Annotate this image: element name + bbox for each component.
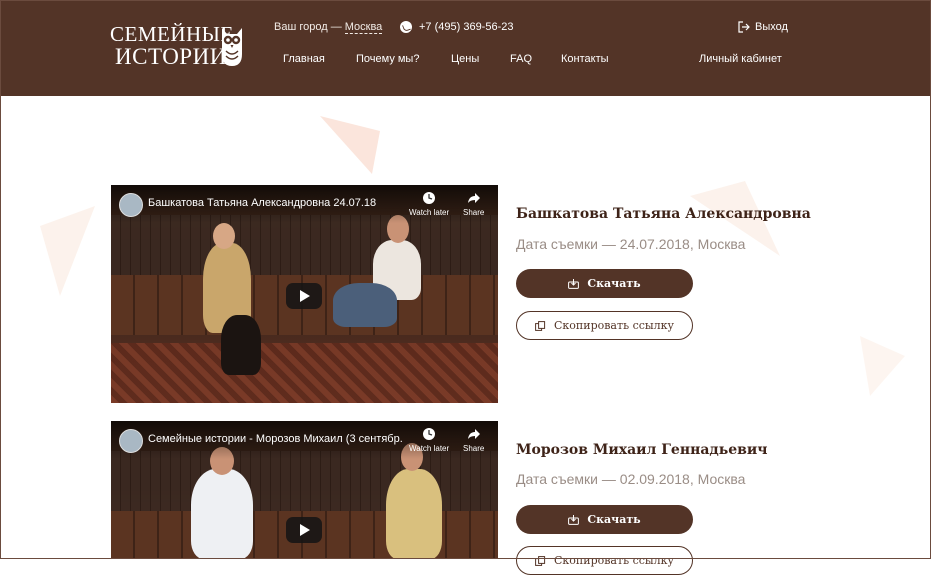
copy-icon [535, 320, 546, 331]
watch-later-button[interactable]: Watch later [409, 191, 449, 217]
site-header: СЕМЕЙНЫЕ ИСТОРИИ Ваш город — Москва +7 (… [0, 0, 931, 96]
city-link[interactable]: Москва [344, 21, 383, 34]
person-name: Башкатова Татьяна Александровна [516, 206, 811, 222]
city-selector: Ваш город — Москва [274, 21, 383, 34]
download-icon [568, 514, 580, 525]
nav-item-prices[interactable]: Цены [451, 53, 479, 65]
copy-icon [535, 555, 546, 566]
download-icon [568, 278, 580, 289]
play-button[interactable] [286, 517, 322, 543]
watch-later-label: Watch later [409, 444, 450, 453]
copy-link-label: Скопировать ссылку [554, 554, 674, 567]
video-frame-rug [111, 343, 498, 403]
shooting-date: Дата съемки — 24.07.2018, Москва [516, 236, 746, 252]
logo-text-line2: ИСТОРИИ [115, 44, 227, 69]
video-player[interactable]: Семейные истории - Морозов Михаил (3 сен… [111, 421, 498, 559]
logout-icon [738, 21, 750, 33]
play-button[interactable] [286, 283, 322, 309]
logout-label: Выход [755, 21, 788, 33]
phone-number: +7 (495) 369-56-23 [419, 21, 514, 33]
clock-icon [423, 428, 436, 440]
watch-later-label: Watch later [409, 208, 450, 217]
video-person [333, 283, 397, 327]
nav-item-contacts[interactable]: Контакты [561, 53, 609, 65]
city-label: Ваш город — [274, 21, 345, 33]
video-person [191, 469, 253, 559]
nav-item-why-us[interactable]: Почему мы? [356, 53, 419, 65]
personal-account-link[interactable]: Личный кабинет [699, 53, 782, 65]
person-name: Морозов Михаил Геннадьевич [516, 442, 768, 458]
video-title[interactable]: Башкатова Татьяна Александровна 24.07.18 [148, 197, 376, 209]
download-button[interactable]: Скачать [516, 505, 693, 534]
shooting-date: Дата съемки — 02.09.2018, Москва [516, 471, 746, 487]
clock-icon [423, 192, 436, 204]
copy-link-button[interactable]: Скопировать ссылку [516, 311, 693, 340]
share-icon [467, 193, 480, 203]
share-label: Share [463, 444, 485, 453]
share-button[interactable]: Share [463, 191, 484, 217]
phone-icon [400, 21, 412, 33]
owl-icon [222, 28, 242, 66]
nav-item-home[interactable]: Главная [283, 53, 325, 65]
video-person-head [213, 223, 235, 249]
download-button[interactable]: Скачать [516, 269, 693, 298]
copy-link-label: Скопировать ссылку [554, 319, 674, 332]
share-icon [467, 429, 480, 439]
copy-link-button[interactable]: Скопировать ссылку [516, 546, 693, 575]
video-person [386, 469, 442, 559]
phone-block[interactable]: +7 (495) 369-56-23 [400, 21, 513, 33]
nav-item-faq[interactable]: FAQ [510, 53, 532, 65]
channel-avatar[interactable] [119, 193, 143, 217]
download-label: Скачать [587, 513, 641, 526]
logout-link[interactable]: Выход [738, 21, 788, 33]
share-label: Share [463, 208, 485, 217]
download-label: Скачать [587, 277, 641, 290]
watch-later-button[interactable]: Watch later [409, 427, 449, 453]
video-player[interactable]: Башкатова Татьяна Александровна 24.07.18… [111, 185, 498, 403]
share-button[interactable]: Share [463, 427, 484, 453]
video-person [221, 315, 261, 375]
channel-avatar[interactable] [119, 429, 143, 453]
site-logo[interactable]: СЕМЕЙНЫЕ ИСТОРИИ [110, 22, 250, 72]
video-title[interactable]: Семейные истории - Морозов Михаил (3 сен… [148, 433, 403, 445]
